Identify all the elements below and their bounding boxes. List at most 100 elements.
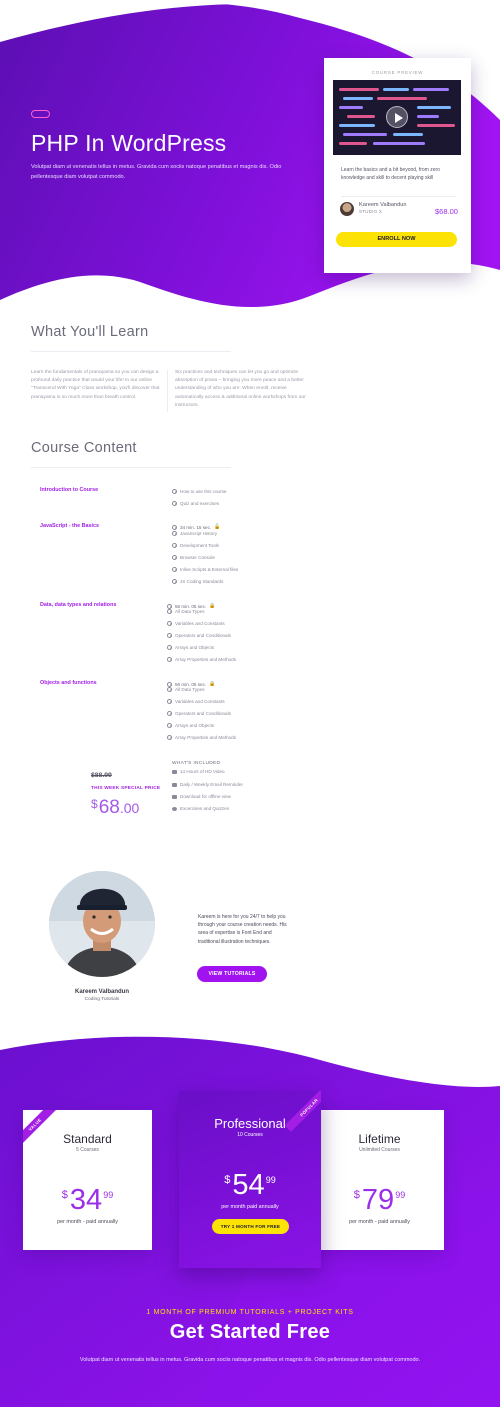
- play-circle-icon: [167, 723, 172, 728]
- instructor-name: Kareem Valbandun: [74, 989, 130, 995]
- play-icon[interactable]: [386, 106, 408, 128]
- plan-name: Professional: [214, 1116, 286, 1131]
- plan-period: per month - paid annually: [349, 1219, 410, 1225]
- plan-price: $7999: [353, 1184, 406, 1216]
- hero-description: Volutpat diam ut venenatis tellus in met…: [31, 164, 282, 180]
- play-circle-icon: [172, 555, 177, 560]
- learn-divider: [167, 370, 168, 412]
- module-title[interactable]: Objects and functions: [40, 680, 97, 686]
- lesson-item[interactable]: Arrays and Objects: [167, 723, 214, 728]
- module-title[interactable]: Data, data types and relations: [40, 602, 116, 608]
- cta-title: Get Started Free: [169, 1321, 331, 1343]
- clock-icon: [167, 681, 172, 687]
- preview-video[interactable]: [333, 80, 461, 155]
- lesson-item[interactable]: How to use this course: [172, 489, 226, 494]
- hero-title: PHP In WordPress: [31, 130, 227, 156]
- module-duration: 34 min. 15 sec. 🔓: [172, 524, 220, 530]
- avatar: [340, 202, 354, 216]
- learn-rule: [31, 351, 231, 352]
- learn-column-1: Learn the fundamentals of pranayama so y…: [31, 370, 160, 400]
- free-trial-button[interactable]: TRY 1 MONTH FOR FREE: [212, 1219, 289, 1234]
- module-title[interactable]: JavaScript - the Basics: [40, 523, 99, 529]
- lesson-item[interactable]: Quiz and exercises: [172, 501, 219, 506]
- lesson-item[interactable]: All Data Types: [167, 687, 205, 692]
- lesson-item[interactable]: Array Properties and Methods: [167, 735, 236, 740]
- divider: [341, 196, 456, 197]
- lesson-item[interactable]: Inline Scripts & External files: [172, 567, 238, 572]
- play-circle-icon: [167, 621, 172, 626]
- instructor-name: Kareem Valbandun: [359, 202, 407, 208]
- included-title: WHAT'S INCLUDED: [172, 761, 221, 766]
- included-item: Daily / Weekly Email Reminder: [172, 782, 243, 787]
- clock-icon: [172, 524, 177, 530]
- lesson-item[interactable]: Array Properties and Methods: [167, 657, 236, 662]
- learn-title: What You'll Learn: [31, 324, 149, 340]
- plan-card-standard[interactable]: VALUE Standard 5 Courses $3499 per month…: [23, 1110, 152, 1250]
- play-circle-icon: [172, 501, 177, 506]
- plan-courses: 5 Courses: [76, 1147, 99, 1153]
- lesson-item[interactable]: Arrays and Objects: [167, 645, 214, 650]
- clock-icon: [167, 603, 172, 609]
- play-circle-icon: [172, 489, 177, 494]
- play-circle-icon: [167, 657, 172, 662]
- lesson-item[interactable]: JS Coding Standards: [172, 579, 223, 584]
- cta-kicker: 1 MONTH OF PREMIUM TUTORIALS + PROJECT K…: [146, 1309, 354, 1316]
- special-price-label: THIS WEEK SPECIAL PRICE: [91, 786, 161, 791]
- play-circle-icon: [167, 633, 172, 638]
- instructor-studio: STUDIO X: [359, 209, 383, 214]
- instructor-photo: [49, 871, 155, 977]
- learn-column-2: Six practices and techniques can let you…: [175, 370, 306, 408]
- play-circle-icon: [167, 711, 172, 716]
- enroll-button[interactable]: ENROLL NOW: [336, 232, 457, 247]
- unlock-icon: 🔓: [214, 524, 221, 530]
- lesson-item[interactable]: JavaScript History: [172, 531, 217, 536]
- plan-price: $5499: [224, 1169, 276, 1201]
- lesson-item[interactable]: Browser Console: [172, 555, 215, 560]
- hero-badge-icon: [31, 110, 50, 118]
- play-circle-icon: [167, 699, 172, 704]
- download-icon: [172, 794, 177, 799]
- instructor-role: Coding Tutorials: [84, 997, 120, 1002]
- plan-card-lifetime[interactable]: Lifetime Unlimited Courses $7999 per mon…: [315, 1110, 444, 1250]
- plan-name: Standard: [63, 1132, 112, 1146]
- plan-period: per month - paid annually: [57, 1219, 118, 1225]
- plan-name: Lifetime: [358, 1132, 401, 1146]
- play-circle-icon: [172, 579, 177, 584]
- play-circle-icon: [167, 645, 172, 650]
- lesson-item[interactable]: Variables and Constants: [167, 699, 225, 704]
- plan-courses: Unlimited Courses: [359, 1147, 400, 1153]
- lock-icon: 🔒: [209, 603, 216, 609]
- lesson-item[interactable]: Operators and Conditionals: [167, 633, 231, 638]
- video-icon: [172, 769, 177, 774]
- lesson-item[interactable]: Variables and Constants: [167, 621, 225, 626]
- lock-icon: 🔒: [209, 681, 216, 687]
- special-price: $68.00: [91, 797, 140, 818]
- old-price: $88.99: [91, 772, 112, 779]
- plan-courses: 10 Courses: [237, 1132, 263, 1138]
- preview-text: Learn the basics and a bit beyond, from …: [341, 167, 440, 181]
- view-tutorials-button[interactable]: VIEW TUTORIALS: [197, 966, 267, 982]
- play-circle-icon: [167, 735, 172, 740]
- preview-label: COURSE PREVIEW: [371, 70, 424, 75]
- included-item: Download for offline view: [172, 794, 231, 799]
- mail-icon: [172, 782, 177, 787]
- preview-price: $68.00: [435, 207, 458, 216]
- play-circle-icon: [172, 567, 177, 572]
- plan-period: per month paid annually: [221, 1204, 279, 1210]
- included-item: 14 Hours of HD Video: [172, 769, 225, 774]
- plan-card-professional[interactable]: POPULAR Professional 10 Courses $5499 pe…: [179, 1091, 321, 1268]
- module-title[interactable]: Introduction to Course: [40, 487, 98, 493]
- play-circle-icon: [167, 609, 172, 614]
- lesson-item[interactable]: Operators and Conditionals: [167, 711, 231, 716]
- cta-description: Volutpat diam ut venenatis tellus in met…: [79, 1357, 421, 1363]
- content-title: Course Content: [31, 440, 137, 456]
- course-preview-card: COURSE PREVIEW Learn the basics and a bi…: [324, 58, 471, 273]
- included-item: Excercises and Quizzes: [172, 806, 229, 811]
- lesson-item[interactable]: Development Tools: [172, 543, 219, 548]
- play-circle-icon: [172, 531, 177, 536]
- content-rule: [31, 467, 231, 468]
- question-icon: [172, 806, 177, 811]
- lesson-item[interactable]: All Data Types: [167, 609, 205, 614]
- play-circle-icon: [167, 687, 172, 692]
- plan-price: $3499: [61, 1184, 114, 1216]
